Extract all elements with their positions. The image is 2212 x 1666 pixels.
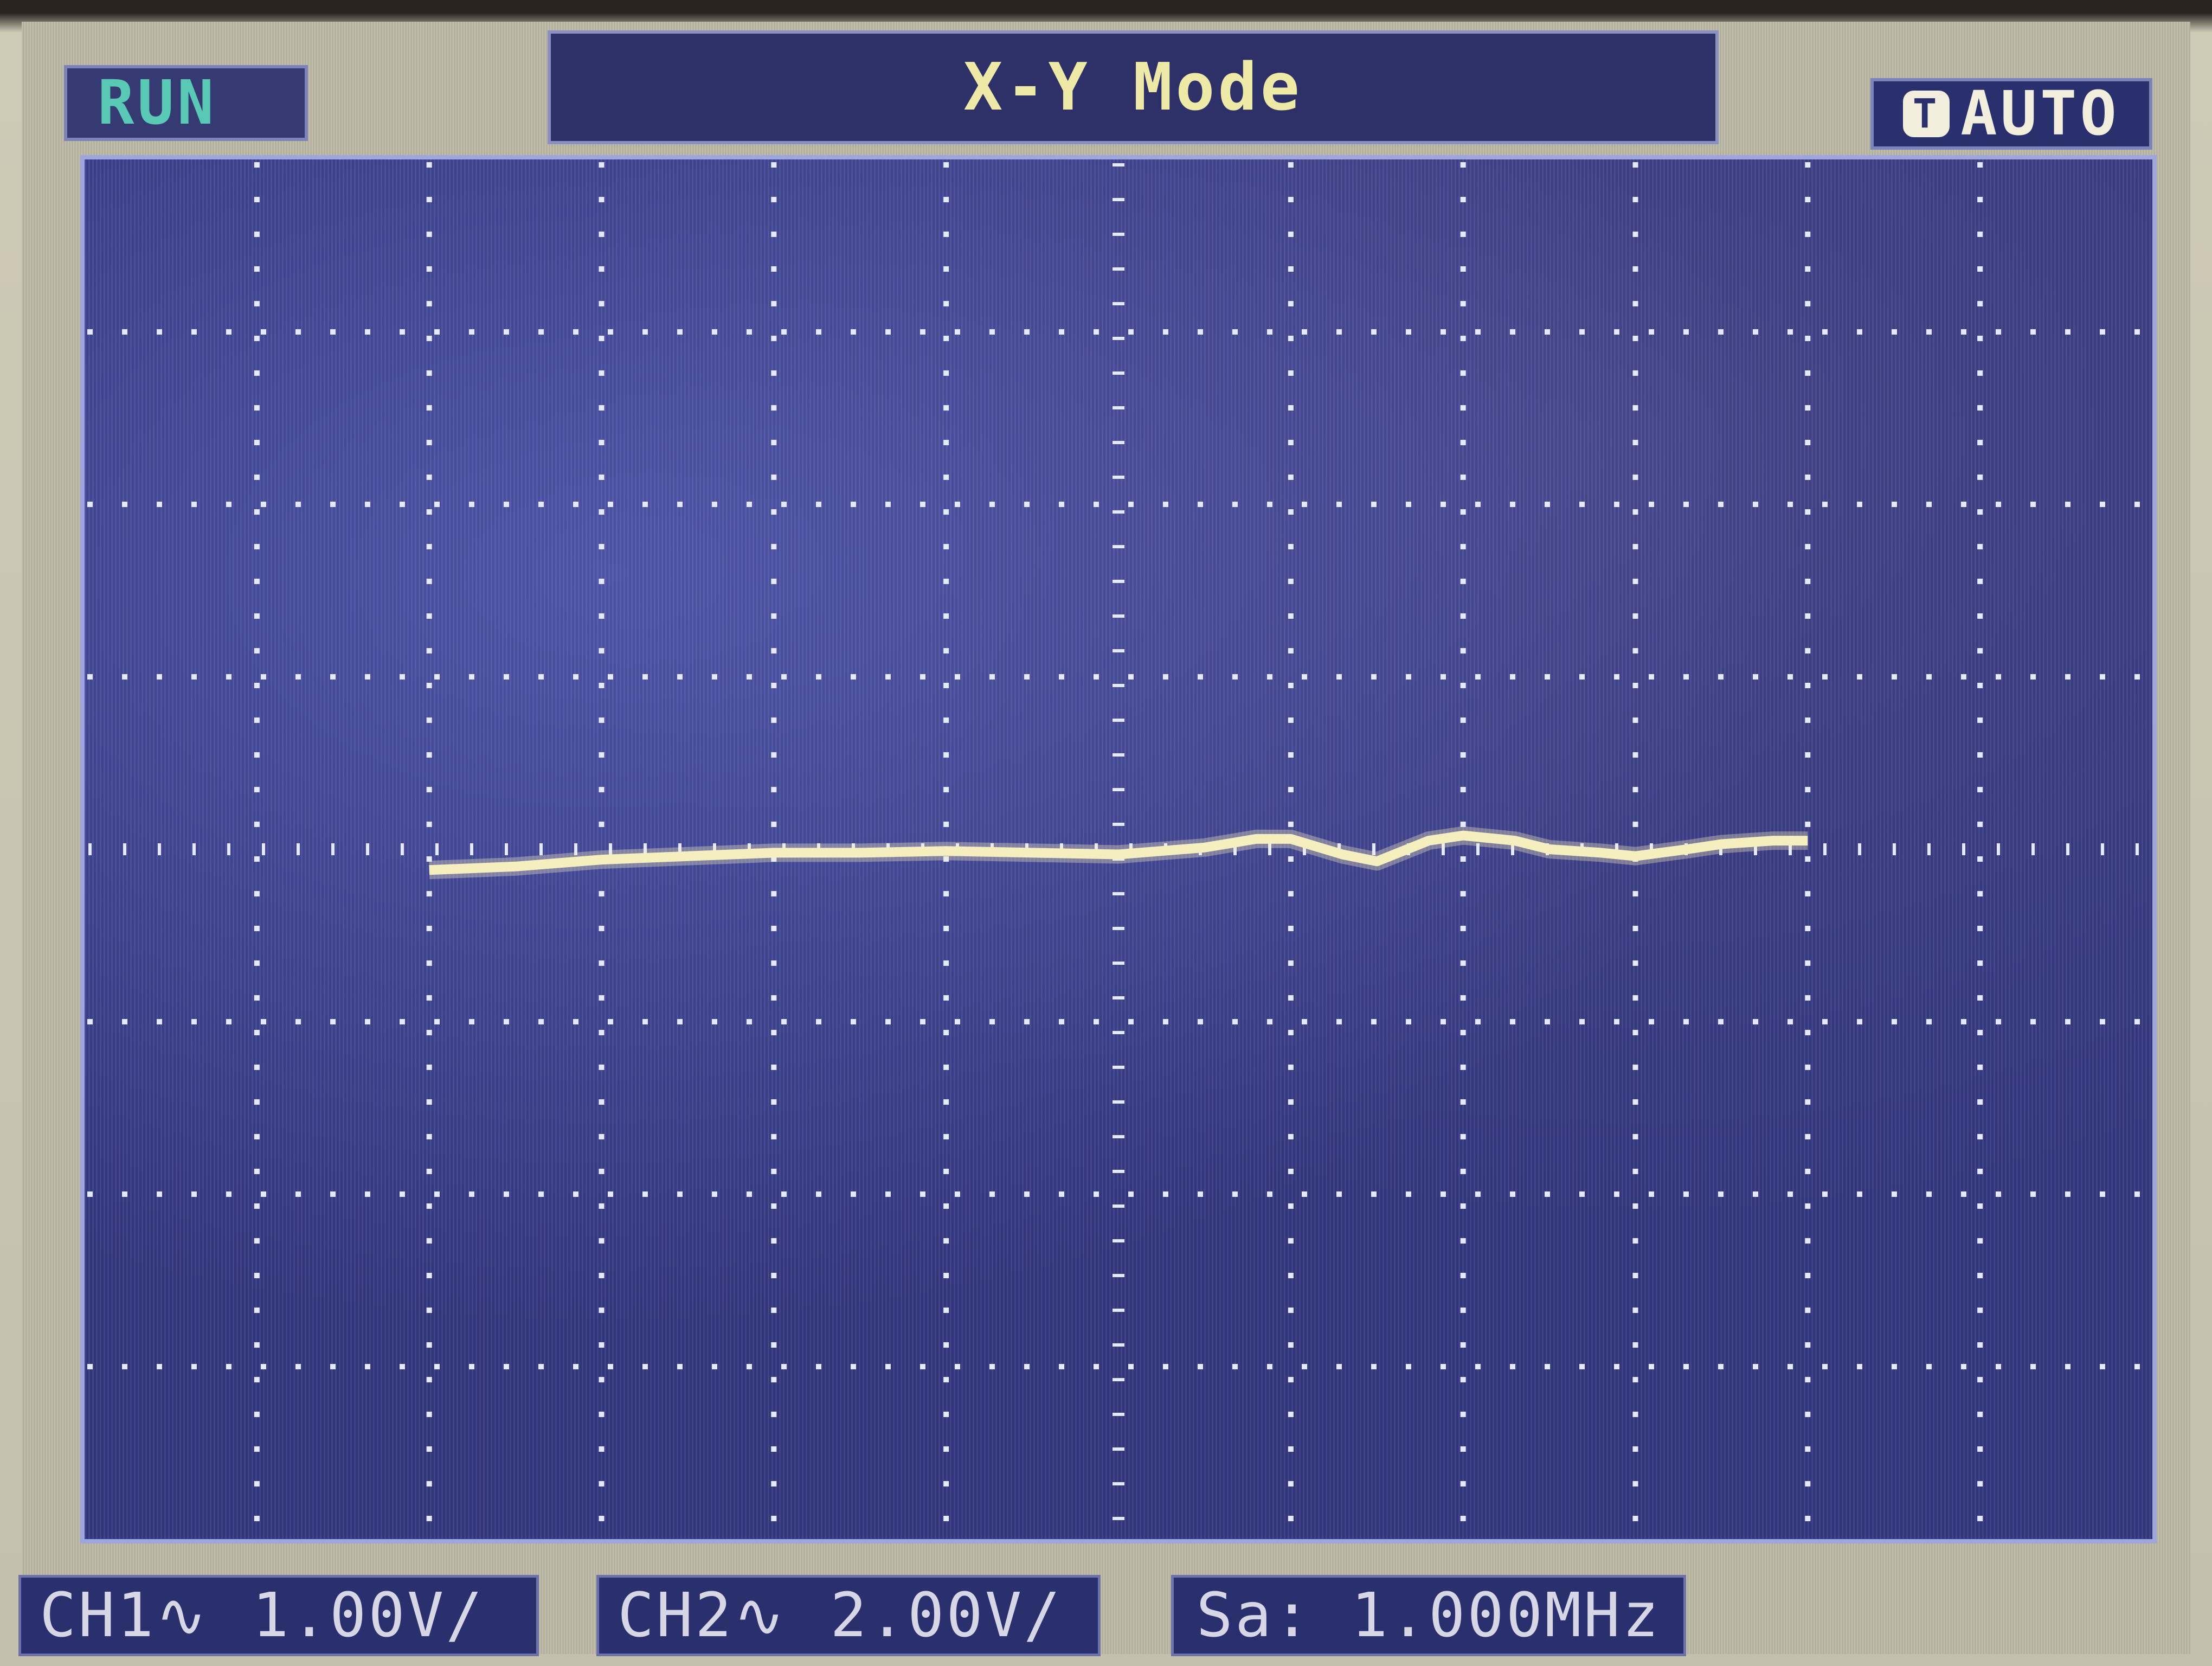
- ch2-scale: 2.00V/: [830, 1580, 1063, 1651]
- trigger-mode-indicator: T AUTO: [1870, 78, 2152, 150]
- xy-trace-plot: [429, 826, 1808, 880]
- ch1-scale: 1.00V/: [252, 1580, 485, 1651]
- trigger-icon: T: [1903, 91, 1950, 137]
- run-status-label: RUN: [98, 68, 217, 138]
- run-status-indicator: RUN: [64, 65, 308, 141]
- ch2-label: CH2: [618, 1580, 734, 1651]
- ch1-label: CH1: [40, 1580, 156, 1651]
- sample-rate-label: Sa: 1.000MHz: [1196, 1580, 1661, 1651]
- ac-coupling-icon: ∿: [734, 1580, 787, 1651]
- mode-title-label: X-Y Mode: [963, 49, 1303, 125]
- mode-title-banner: X-Y Mode: [548, 30, 1719, 144]
- trigger-mode-label: AUTO: [1960, 79, 2120, 149]
- sample-rate-box: Sa: 1.000MHz: [1171, 1575, 1686, 1656]
- ch1-scale-box: CH1 ∿ 1.00V/: [18, 1575, 539, 1656]
- ch2-scale-box: CH2 ∿ 2.00V/: [596, 1575, 1101, 1656]
- ac-coupling-icon: ∿: [156, 1580, 209, 1651]
- waveform-display: [80, 155, 2157, 1543]
